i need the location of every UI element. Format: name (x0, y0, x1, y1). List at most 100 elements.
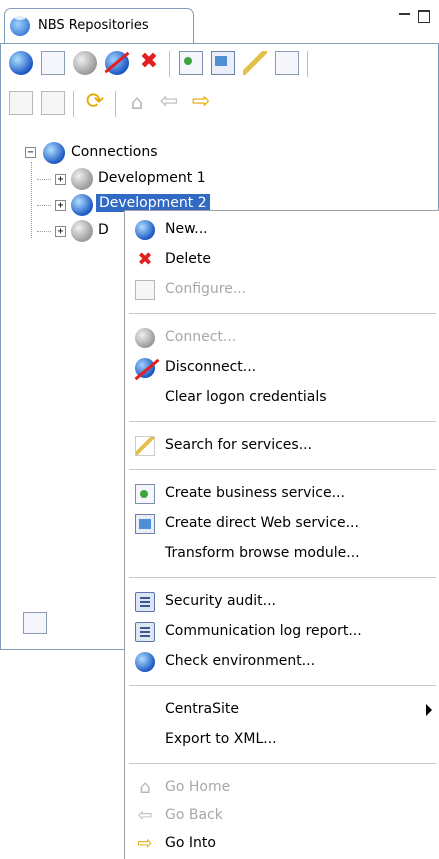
properties-icon[interactable] (41, 91, 65, 115)
menu-item-communication-log-report[interactable]: Communication log report... (125, 617, 439, 647)
disconnected-repository-icon (71, 168, 93, 190)
menu-item-label: Clear logon credentials (165, 389, 327, 405)
menu-item-disconnect[interactable]: Disconnect... (125, 353, 439, 383)
menu-item-search-services[interactable]: Search for services... (125, 431, 439, 461)
menu-item-label: Go Home (165, 779, 231, 795)
disconnect-icon (135, 358, 155, 378)
menu-separator (129, 685, 436, 686)
menu-item-label: Go Back (165, 807, 223, 823)
submenu-arrow-icon (426, 704, 432, 716)
go-home-icon: ⌂ (139, 777, 151, 798)
menu-item-go-home[interactable]: ⌂ Go Home (125, 773, 439, 803)
log-report-icon (135, 622, 155, 642)
connected-repository-icon (71, 194, 93, 216)
toolbar-separator (169, 51, 170, 77)
repository-globe-icon (10, 14, 30, 36)
connect-icon (135, 328, 155, 348)
new-connection-icon[interactable] (9, 51, 33, 75)
menu-item-label: Delete (165, 251, 211, 267)
menu-item-label: Security audit... (165, 593, 277, 609)
tree-node-label: D (98, 222, 109, 238)
check-environment-icon (135, 652, 155, 672)
delete-icon: ✖ (137, 249, 153, 270)
create-web-service-icon (135, 514, 155, 534)
menu-item-label: Check environment... (165, 653, 316, 669)
expand-icon[interactable]: + (55, 174, 66, 185)
menu-item-label: Transform browse module... (165, 545, 360, 561)
menu-item-label: Disconnect... (165, 359, 257, 375)
expand-icon[interactable]: + (55, 200, 66, 211)
go-into-icon: ⇨ (137, 833, 153, 854)
toolbar-separator (115, 91, 116, 117)
new-folder-icon[interactable] (9, 91, 33, 115)
tree-line (37, 205, 51, 207)
menu-item-create-direct-web-service[interactable]: Create direct Web service... (125, 509, 439, 539)
configure-icon (135, 280, 155, 300)
context-menu: New... ✖ Delete Configure... Connect... … (124, 210, 439, 859)
menu-item-security-audit[interactable]: Security audit... (125, 587, 439, 617)
create-business-service-icon[interactable] (179, 51, 203, 75)
menu-item-create-business-service[interactable]: Create business service... (125, 479, 439, 509)
go-home-icon[interactable]: ⌂ (125, 91, 149, 115)
tree-line (37, 231, 51, 233)
menu-item-connect[interactable]: Connect... (125, 323, 439, 353)
menu-item-label: Export to XML... (165, 731, 277, 747)
menu-item-label: New... (165, 221, 208, 237)
menu-item-clear-logon-credentials[interactable]: Clear logon credentials (125, 383, 439, 413)
menu-item-label: Create business service... (165, 485, 345, 501)
toolbar-separator (307, 51, 308, 77)
menu-item-label: CentraSite (165, 701, 239, 717)
menu-item-label: Create direct Web service... (165, 515, 359, 531)
menu-item-label: Go Into (165, 835, 216, 851)
view-tab-title: NBS Repositories (38, 18, 149, 33)
transform-icon[interactable] (275, 51, 299, 75)
tree-node-development-1[interactable]: + Development 1 (1, 166, 401, 192)
menu-item-centrasite[interactable]: CentraSite (125, 695, 439, 725)
menu-item-check-environment[interactable]: Check environment... (125, 647, 439, 677)
menu-item-delete[interactable]: ✖ Delete (125, 245, 439, 275)
menu-item-configure[interactable]: Configure... (125, 275, 439, 305)
create-web-service-icon[interactable] (211, 51, 235, 75)
menu-separator (129, 763, 436, 764)
go-back-icon[interactable]: ⇦ (157, 91, 181, 115)
toolbar-primary: ✖ (5, 46, 435, 80)
go-into-icon[interactable]: ⇨ (189, 91, 213, 115)
connections-globe-icon (43, 142, 65, 164)
menu-item-go-back[interactable]: ⇦ Go Back (125, 801, 439, 831)
toolbar-separator (73, 91, 74, 117)
disconnect-icon[interactable] (105, 51, 129, 75)
menu-item-transform-browse-module[interactable]: Transform browse module... (125, 539, 439, 569)
menu-separator (129, 313, 436, 314)
maximize-icon[interactable] (418, 10, 430, 23)
menu-separator (129, 421, 436, 422)
tree-node-d[interactable]: + D (1, 218, 121, 244)
menu-item-export-to-xml[interactable]: Export to XML... (125, 725, 439, 755)
collapse-icon[interactable]: − (25, 147, 36, 158)
security-audit-icon (135, 592, 155, 612)
create-business-service-icon (135, 484, 155, 504)
tree-node-root[interactable]: − Connections (1, 140, 401, 166)
search-services-icon (135, 436, 155, 456)
menu-item-label: Communication log report... (165, 623, 362, 639)
configure-icon[interactable] (41, 51, 65, 75)
tree-node-label: Development 1 (98, 170, 206, 186)
menu-item-label: Search for services... (165, 437, 313, 453)
menu-item-go-into[interactable]: ⇨ Go Into (125, 829, 439, 859)
toolbar-navigation: ⟳ ⌂ ⇦ ⇨ (5, 86, 435, 120)
expand-icon[interactable]: + (55, 226, 66, 237)
footer-repository-icon[interactable] (23, 612, 47, 634)
menu-separator (129, 577, 436, 578)
menu-separator (129, 469, 436, 470)
delete-icon[interactable]: ✖ (137, 51, 161, 75)
tree-node-label: Connections (71, 144, 158, 160)
connect-icon[interactable] (73, 51, 97, 75)
menu-item-label: Configure... (165, 281, 247, 297)
menu-item-label: Connect... (165, 329, 237, 345)
go-back-icon: ⇦ (137, 805, 153, 826)
menu-item-new[interactable]: New... (125, 215, 439, 245)
search-services-icon[interactable] (243, 51, 267, 75)
minimize-icon[interactable] (398, 10, 412, 24)
refresh-icon[interactable]: ⟳ (83, 91, 107, 115)
new-icon (135, 220, 155, 240)
view-tab-bar: NBS Repositories (0, 0, 439, 44)
